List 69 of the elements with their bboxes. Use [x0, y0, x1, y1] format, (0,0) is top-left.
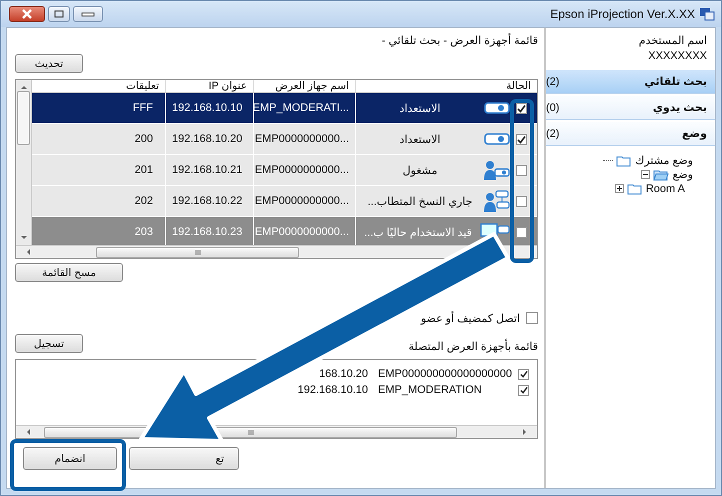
- status-text: قيد الاستخدام حاليًا ب...: [363, 226, 473, 238]
- table-cell: 192.168.10.23: [172, 226, 242, 238]
- checkbox[interactable]: [516, 134, 527, 144]
- checkbox-label: اتصل كمضيف أو عضو: [420, 312, 520, 324]
- register-button[interactable]: تسجيل: [15, 334, 83, 353]
- window-title: Epson iProjection Ver.X.XX: [550, 7, 695, 21]
- tab-label: بحث تلقائي: [644, 75, 707, 88]
- tab-label: بحث يدوي: [652, 101, 707, 114]
- user-projector-icon: [484, 160, 510, 180]
- close-button[interactable]: [9, 6, 45, 22]
- status-text: جاري النسخ المتطاب...: [366, 194, 474, 208]
- column-header[interactable]: تعليقات: [32, 80, 165, 92]
- tab-count: (2): [546, 128, 560, 140]
- table-cell: EMP0000000000...: [254, 195, 349, 207]
- panel-heading: قائمة أجهزة العرض - بحث تلقائي -: [380, 34, 538, 49]
- table-cell: 192.168.10.22: [172, 195, 242, 207]
- minimize-icon: [81, 12, 95, 16]
- tree-label[interactable]: وضع: [672, 168, 693, 181]
- user-name: XXXXXXXX: [647, 50, 708, 64]
- projector-icon: [484, 100, 510, 116]
- collapse-icon[interactable]: [641, 170, 650, 179]
- table-cell: 200: [134, 133, 153, 145]
- checkbox[interactable]: [516, 102, 527, 114]
- list-item[interactable]: EMP_MODERATION: [378, 384, 508, 396]
- tree-label[interactable]: Room A: [646, 182, 685, 194]
- column-header[interactable]: اسم جهاز العرض: [253, 80, 355, 92]
- checkbox[interactable]: [516, 196, 527, 206]
- table-cell: 192.168.10.20: [172, 133, 242, 145]
- close-icon: [22, 9, 32, 19]
- refresh-button[interactable]: تحديث: [15, 54, 83, 73]
- action-button[interactable]: تع: [129, 447, 239, 470]
- grip-icon: [194, 250, 200, 254]
- minimize-button[interactable]: [73, 6, 103, 22]
- projector-icon: [484, 131, 510, 147]
- table-cell: 201: [134, 164, 153, 176]
- table-cell: 202: [134, 195, 153, 207]
- list-cell-text: 168.10.20: [318, 368, 368, 380]
- checkbox[interactable]: [526, 312, 538, 324]
- grip-icon: [248, 430, 254, 434]
- table-cell: 203: [134, 226, 153, 238]
- user-projectors-icon: [484, 190, 510, 212]
- checkbox[interactable]: [516, 164, 527, 176]
- maximize-button[interactable]: [48, 6, 70, 22]
- list-cell-text: 192.168.10.10: [296, 384, 368, 396]
- tab-count: (0): [546, 102, 560, 114]
- table-cell: 192.168.10.10: [172, 102, 242, 114]
- tab-label: وضع: [682, 127, 707, 140]
- expand-icon[interactable]: [614, 184, 624, 193]
- maximize-icon: [54, 10, 64, 18]
- table-cell: FFF: [132, 102, 153, 114]
- join-button[interactable]: انضمام: [23, 447, 117, 470]
- tab-count: (2): [546, 76, 560, 88]
- clear-list-button[interactable]: مسح القائمة: [15, 263, 123, 282]
- table-cell: EMP0000000000...: [254, 133, 349, 145]
- status-text: الاستعداد: [398, 132, 442, 146]
- app-icon: [699, 7, 715, 21]
- tree-label[interactable]: وضع مشترك: [635, 154, 693, 167]
- status-text: مشغول: [402, 164, 438, 176]
- status-text: الاستعداد: [398, 102, 442, 114]
- user-name-label: اسم المستخدم: [638, 34, 708, 49]
- table-cell: EMP0000000000...: [254, 164, 349, 176]
- vertical-scrollbar[interactable]: [16, 80, 32, 245]
- table-cell: 192.168.10.21: [172, 164, 242, 176]
- column-header[interactable]: عنوان IP: [165, 80, 253, 92]
- section-label: قائمة بأجهزة العرض المتصلة: [408, 340, 538, 353]
- column-header[interactable]: الحالة: [355, 80, 537, 92]
- checkbox[interactable]: [518, 384, 529, 396]
- checkbox[interactable]: [518, 368, 529, 380]
- table-cell: EMP0000000000...: [254, 226, 349, 238]
